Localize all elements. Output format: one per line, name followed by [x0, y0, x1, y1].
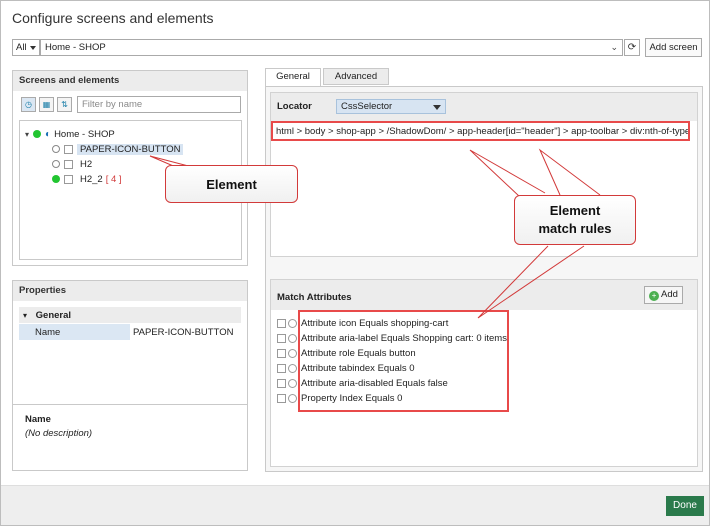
- callout-pointers: [149, 148, 601, 319]
- match-rules-callout: Element match rules: [514, 195, 636, 245]
- match-rules-callout-line2: match rules: [538, 221, 612, 236]
- attributes-callout-pointer: [477, 245, 585, 319]
- match-rules-callout-line1: Element: [549, 203, 601, 218]
- locator-callout-pointer-b: [538, 148, 601, 196]
- done-button[interactable]: Done: [666, 496, 704, 516]
- dialog-footer: [0, 485, 710, 526]
- locator-callout-pointer-a: [469, 149, 546, 198]
- element-callout: Element: [165, 165, 298, 203]
